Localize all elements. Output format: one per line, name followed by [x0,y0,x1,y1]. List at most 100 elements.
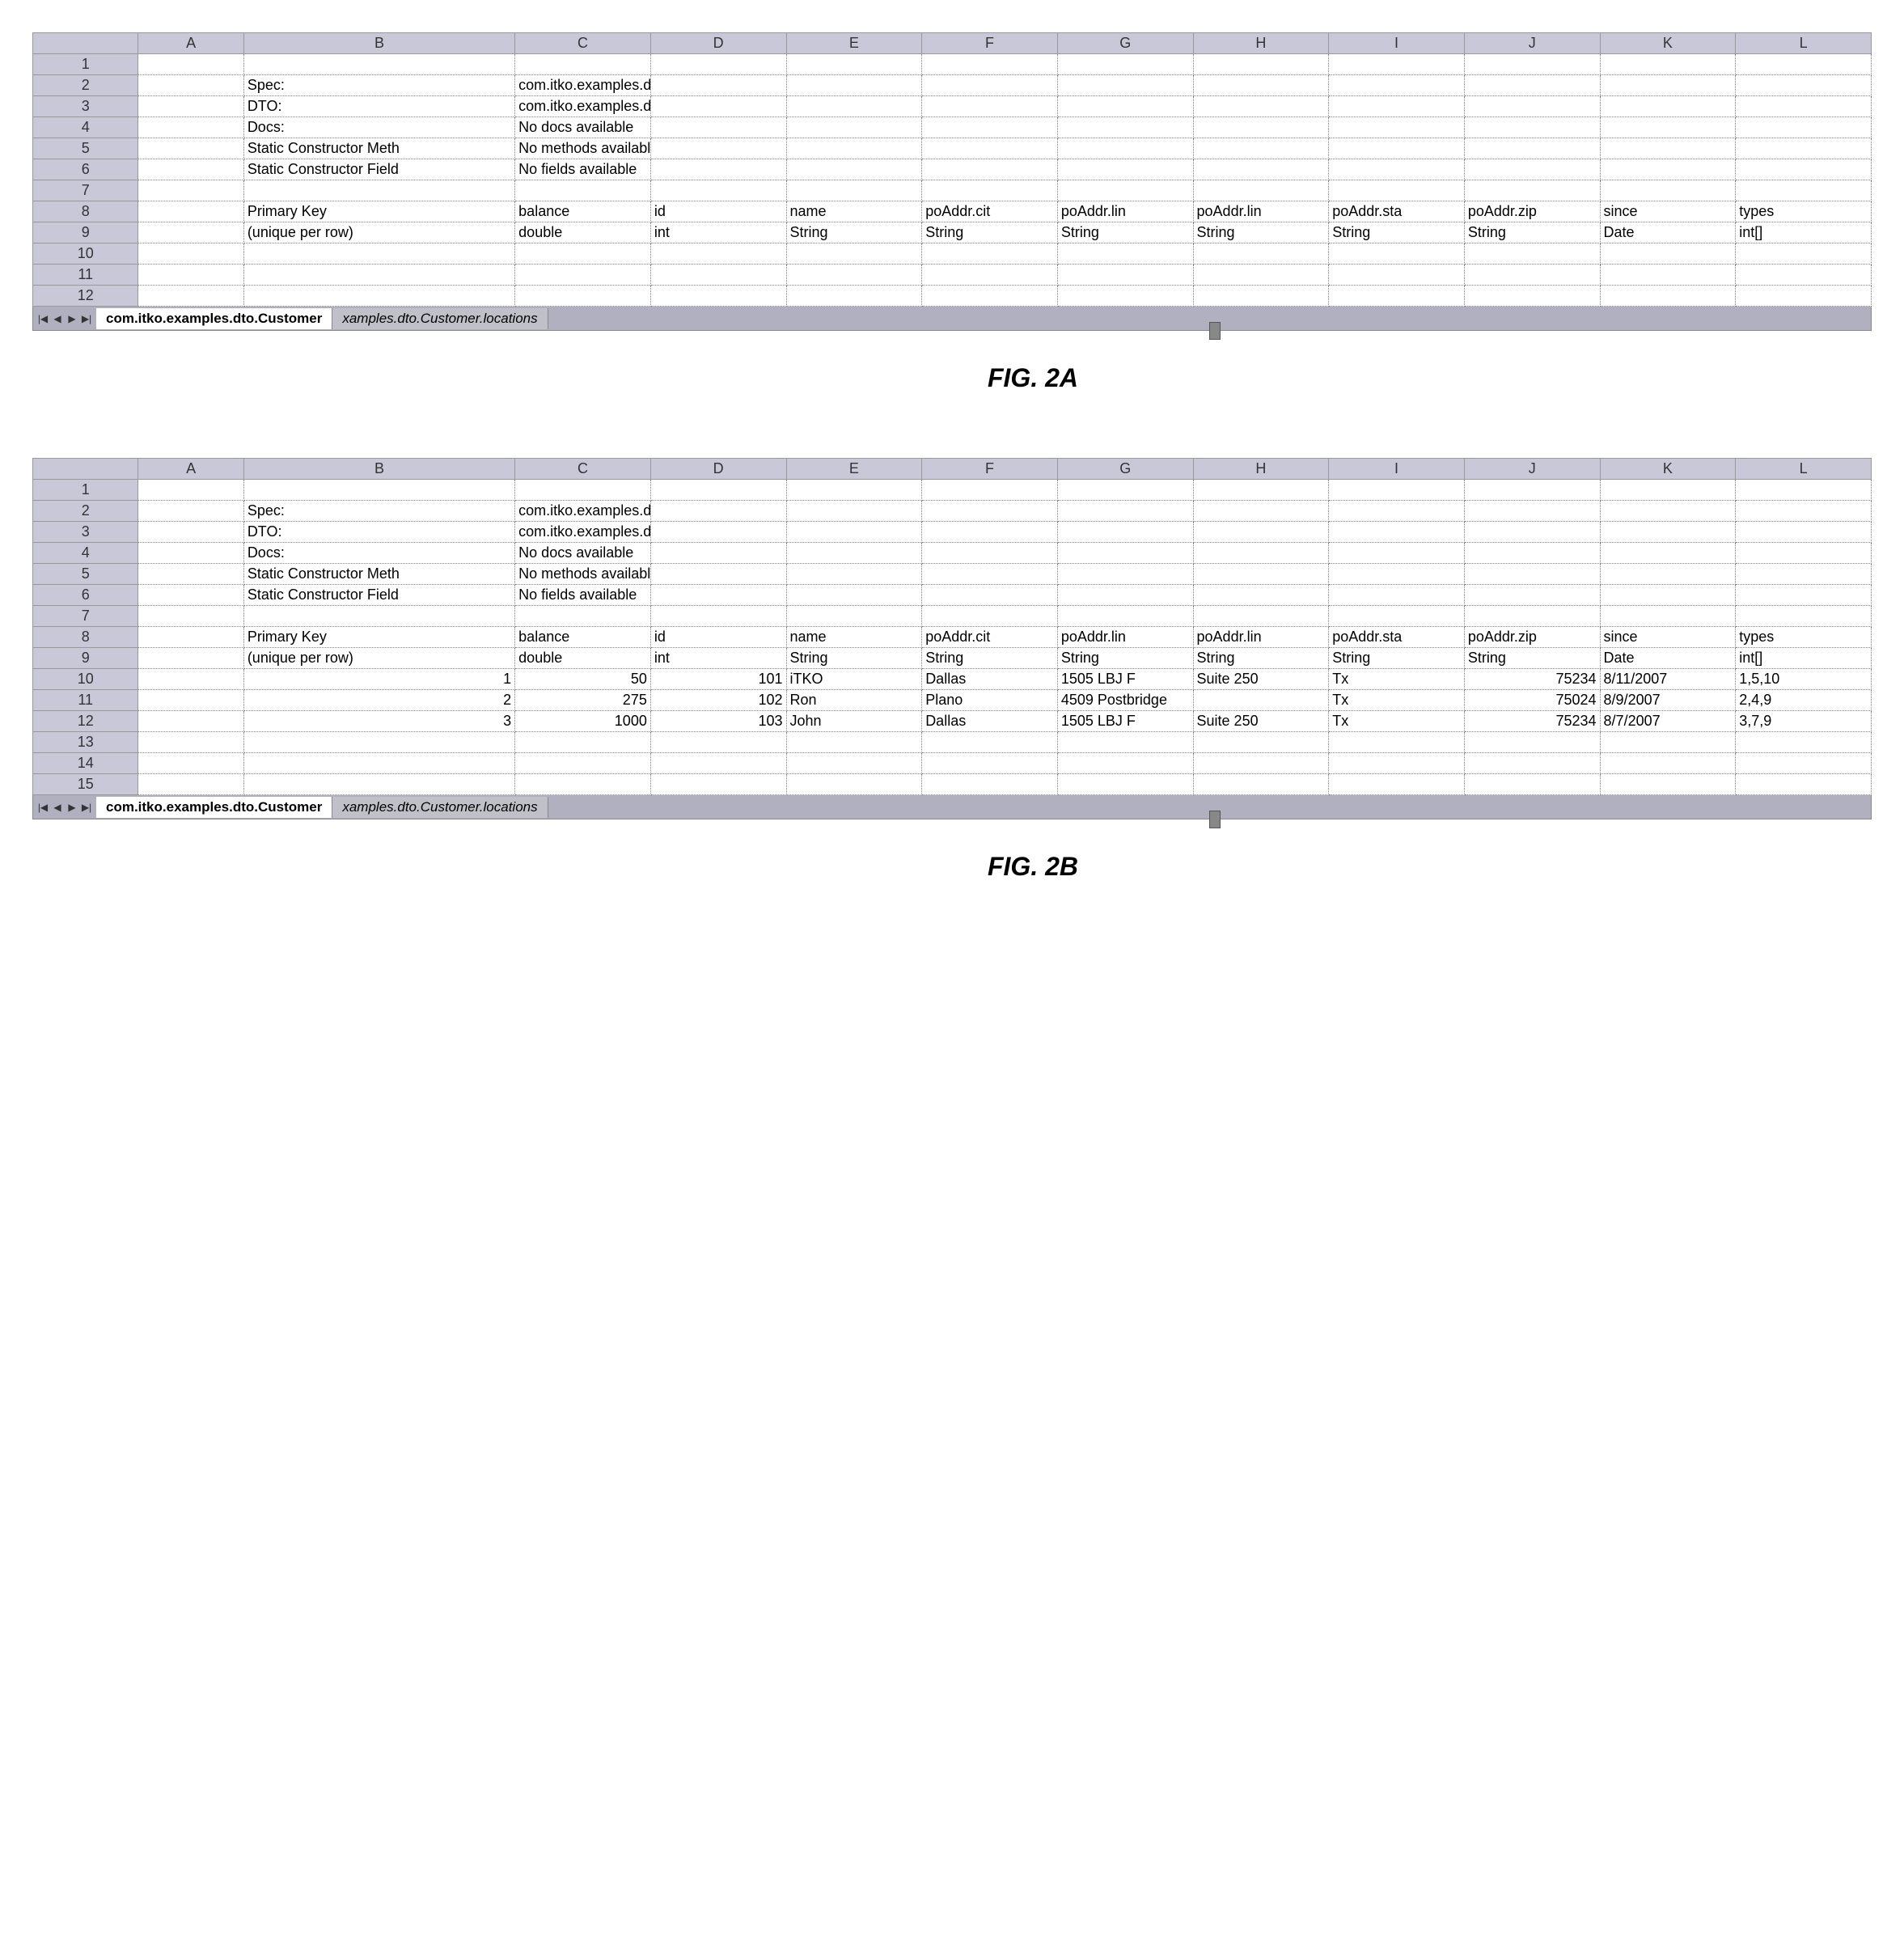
cell[interactable] [1736,265,1872,286]
cell[interactable]: poAddr.cit [922,201,1058,222]
cell[interactable] [1600,96,1736,117]
cell[interactable]: String [1057,648,1193,669]
cell[interactable] [1464,243,1600,265]
cell[interactable] [922,585,1058,606]
cell[interactable]: 50 [515,669,651,690]
cell[interactable]: 101 [650,669,786,690]
cell[interactable] [1600,243,1736,265]
cell[interactable]: String [1329,222,1465,243]
cell[interactable] [922,117,1058,138]
cell[interactable] [138,648,243,669]
cell[interactable] [1600,159,1736,180]
cell[interactable] [1057,543,1193,564]
cell[interactable] [1329,138,1465,159]
cell[interactable] [922,243,1058,265]
col-header[interactable]: C [515,33,651,54]
cell[interactable] [922,543,1058,564]
row-header[interactable]: 11 [33,690,138,711]
cell[interactable] [1057,501,1193,522]
cell[interactable] [1057,265,1193,286]
cell[interactable] [922,286,1058,307]
cell[interactable] [650,265,786,286]
cell[interactable] [650,501,786,522]
col-header[interactable]: H [1193,459,1329,480]
col-header[interactable]: J [1464,33,1600,54]
cell[interactable] [650,564,786,585]
cell[interactable] [1600,180,1736,201]
cell[interactable]: Ron [786,690,922,711]
cell[interactable] [1329,522,1465,543]
cell[interactable]: com.itko.examples.dto.Customer [515,501,651,522]
cell[interactable] [786,180,922,201]
row-header[interactable]: 12 [33,286,138,307]
cell[interactable]: John [786,711,922,732]
cell[interactable] [138,54,243,75]
cell[interactable] [1600,117,1736,138]
cell[interactable] [1600,480,1736,501]
cell[interactable]: 75024 [1464,690,1600,711]
cell[interactable] [1193,480,1329,501]
cell[interactable] [786,117,922,138]
cell[interactable]: Plano [922,690,1058,711]
cell[interactable] [1736,774,1872,795]
cell[interactable] [1057,522,1193,543]
cell[interactable]: 102 [650,690,786,711]
col-header[interactable]: D [650,33,786,54]
cell[interactable] [1193,732,1329,753]
cell[interactable]: Date [1600,648,1736,669]
cell[interactable] [650,522,786,543]
cell[interactable] [1736,753,1872,774]
cell[interactable] [1057,480,1193,501]
cell[interactable] [515,243,651,265]
cell[interactable]: poAddr.zip [1464,201,1600,222]
grid-a[interactable]: A B C D E F G H I J K L 12Spec:com.itko.… [32,32,1872,307]
cell[interactable]: id [650,201,786,222]
cell[interactable] [138,201,243,222]
cell[interactable]: int[] [1736,222,1872,243]
cell[interactable]: No methods available [515,138,651,159]
cell[interactable] [1329,753,1465,774]
cell[interactable]: Tx [1329,669,1465,690]
cell[interactable] [786,585,922,606]
cell[interactable] [1193,159,1329,180]
row-header[interactable]: 7 [33,606,138,627]
row-header[interactable]: 4 [33,543,138,564]
cell[interactable]: Static Constructor Field [243,159,514,180]
cell[interactable]: 3 [243,711,514,732]
cell[interactable] [1600,522,1736,543]
cell[interactable] [515,480,651,501]
cell[interactable]: String [1193,222,1329,243]
cell[interactable] [1736,585,1872,606]
cell[interactable]: id [650,627,786,648]
col-header[interactable]: A [138,459,243,480]
cell[interactable] [786,501,922,522]
cell[interactable] [1464,286,1600,307]
row-header[interactable]: 8 [33,627,138,648]
cell[interactable] [138,774,243,795]
cell[interactable]: poAddr.lin [1057,201,1193,222]
col-header[interactable]: H [1193,33,1329,54]
cell[interactable] [1600,585,1736,606]
cell[interactable] [1600,501,1736,522]
cell[interactable] [138,265,243,286]
cell[interactable]: (unique per row) [243,222,514,243]
row-header[interactable]: 15 [33,774,138,795]
cell[interactable] [515,286,651,307]
cell[interactable]: since [1600,201,1736,222]
col-header[interactable]: F [922,33,1058,54]
tab-next-icon[interactable]: ▶ [66,311,78,326]
cell[interactable]: poAddr.sta [1329,201,1465,222]
cell[interactable] [922,159,1058,180]
cell[interactable]: 1000 [515,711,651,732]
cell[interactable] [650,543,786,564]
cell[interactable]: int[] [1736,648,1872,669]
cell[interactable] [243,732,514,753]
col-header[interactable]: K [1600,33,1736,54]
cell[interactable]: Static Constructor Meth [243,564,514,585]
row-header[interactable]: 8 [33,201,138,222]
tab-next-icon[interactable]: ▶ [66,800,78,815]
cell[interactable] [1464,522,1600,543]
cell[interactable] [786,564,922,585]
row-header[interactable]: 10 [33,669,138,690]
cell[interactable]: 75234 [1464,669,1600,690]
